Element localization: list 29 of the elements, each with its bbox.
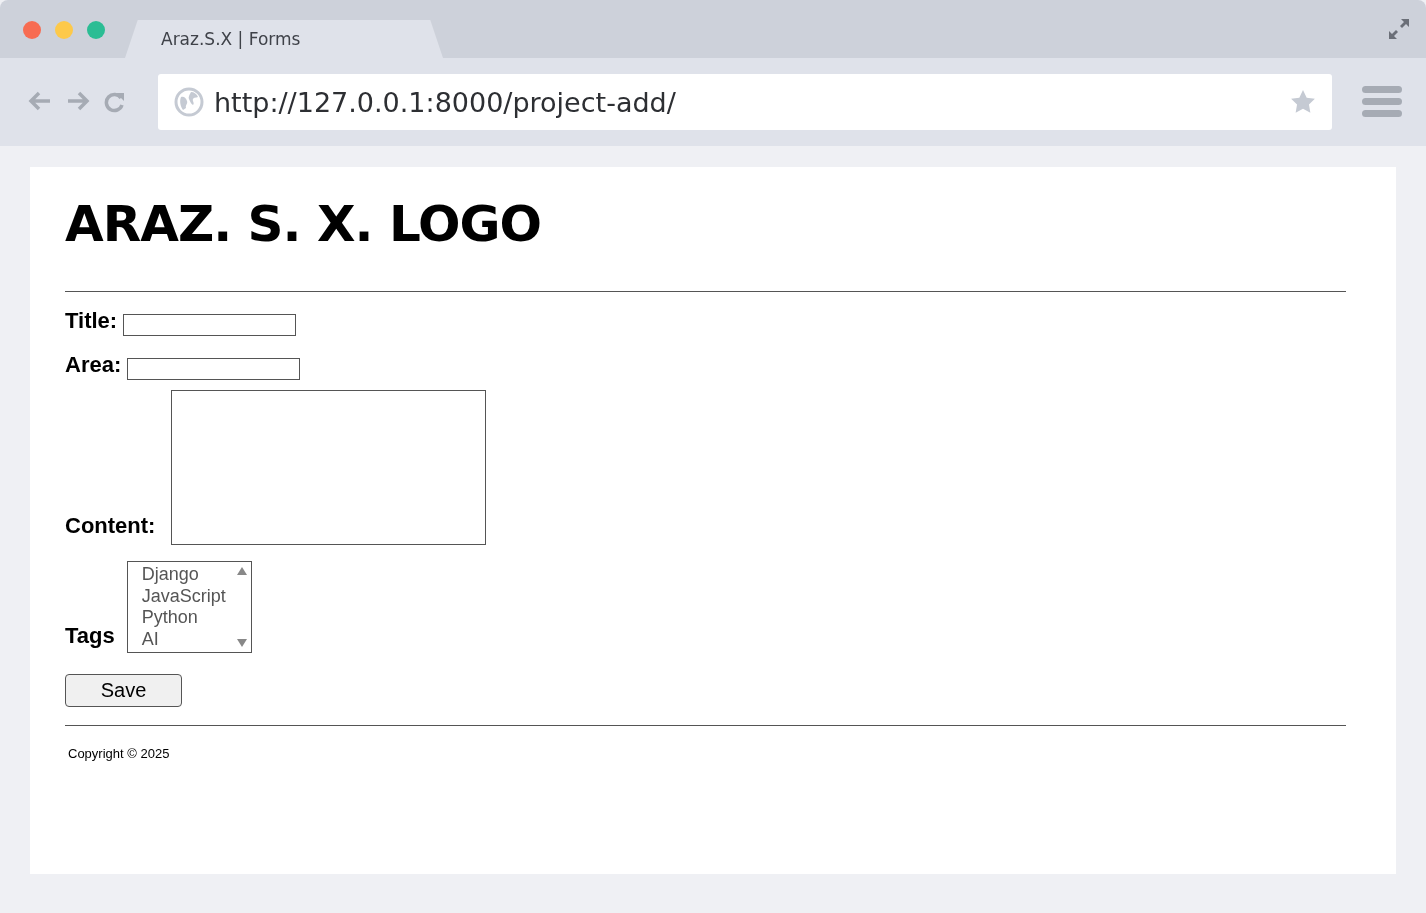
forward-icon[interactable] — [66, 91, 90, 111]
input-field[interactable] — [127, 358, 301, 380]
scroll-up-icon[interactable] — [236, 567, 247, 575]
copyright-text: Copyright © 2025 — [68, 746, 171, 761]
globe-icon — [174, 87, 204, 117]
list-option[interactable]: AI — [141, 628, 251, 650]
close-dot[interactable] — [23, 21, 41, 39]
field-label: Tags — [65, 625, 115, 647]
field-label: Title: — [65, 310, 118, 332]
star-icon[interactable] — [1290, 89, 1316, 115]
list-option[interactable]: Django — [141, 564, 251, 586]
menu-icon[interactable] — [1362, 86, 1402, 118]
tags-listbox[interactable]: Django JavaScript Python AI — [126, 561, 252, 653]
browser-tab[interactable]: Araz.S.X | Forms — [125, 20, 443, 58]
list-option[interactable]: Python — [141, 607, 251, 629]
input-field[interactable] — [123, 314, 297, 336]
address-bar[interactable]: http://127.0.0.1:8000/project-add/ — [158, 74, 1332, 130]
text-area[interactable] — [171, 390, 487, 545]
save-button[interactable]: Save — [65, 674, 182, 707]
minimize-dot[interactable] — [55, 21, 73, 39]
list-option[interactable]: JavaScript — [141, 585, 251, 607]
field-label: Content: — [65, 515, 156, 537]
maximize-dot[interactable] — [87, 21, 105, 39]
expand-icon[interactable] — [1388, 18, 1410, 40]
page-heading: ARAZ. S. X. LOGO — [65, 195, 543, 253]
field-label: Area: — [65, 354, 122, 376]
reload-icon[interactable] — [104, 91, 126, 113]
scroll-down-icon[interactable] — [236, 639, 247, 647]
back-icon[interactable] — [28, 91, 52, 111]
